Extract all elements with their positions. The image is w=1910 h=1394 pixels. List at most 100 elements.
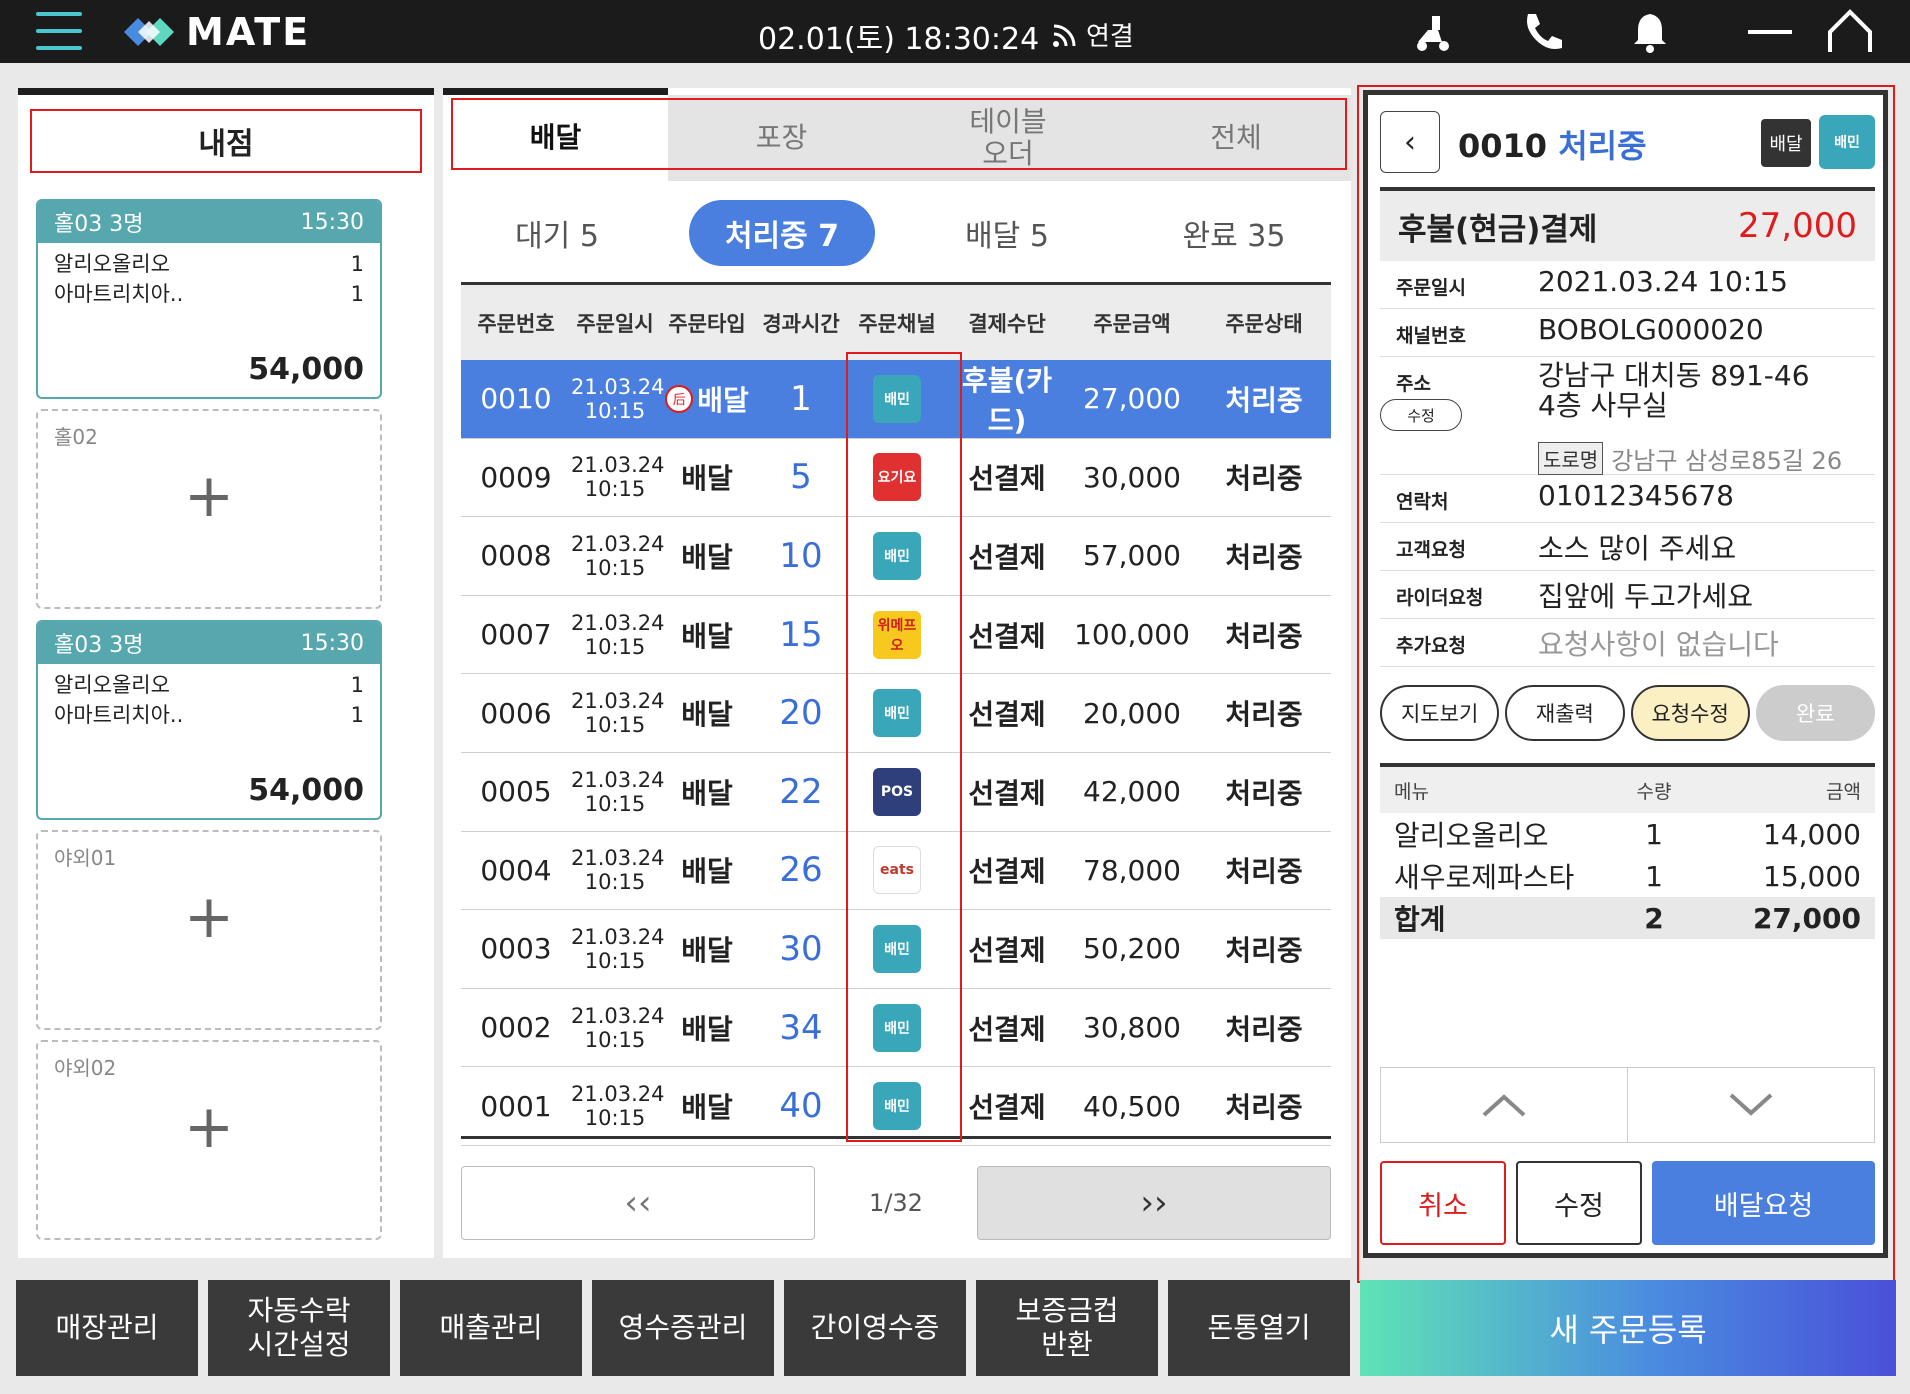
payment-amount: 27,000 [1738,206,1857,246]
item-qty: 1 [350,673,364,697]
simple-receipt-button[interactable]: 간이영수증 [784,1280,966,1376]
rider-icon[interactable] [1408,8,1456,56]
edit-request-button[interactable]: 요청수정 [1630,685,1750,741]
elapsed-time: 1 [790,378,812,419]
item-name: 아마트리치아.. [54,703,184,727]
deposit-cup-return-button[interactable]: 보증금컵 반환 [976,1280,1158,1376]
table-card-header: 홀03 3명 15:30 [38,201,380,243]
home-icon[interactable] [1826,8,1874,56]
table-name: 홀02 [54,425,98,449]
table-name: 홀03 3명 [54,633,144,658]
order-status: 처리중 [1225,619,1303,653]
chevron-down-icon [1729,1093,1773,1116]
bell-icon[interactable] [1626,8,1674,56]
order-status: 처리중 [1225,698,1303,732]
info-value: 01012345678 [1538,479,1734,512]
info-key: 주문일시 [1396,277,1466,299]
address-line1: 강남구 대치동 891-46 [1538,359,1810,392]
item-qty: 1 [350,703,364,727]
request-delivery-button[interactable]: 배달요청 [1652,1161,1875,1245]
payment-method: 선결제 [968,1012,1046,1046]
order-time: 10:15 [584,634,646,659]
tab-dine-in[interactable]: 내점 [30,109,422,173]
status-complete[interactable]: 완료 35 [1139,200,1329,266]
menu-header: 메뉴 수량 금액 [1380,767,1875,813]
order-status: 처리중 [1225,776,1303,810]
add-order-icon[interactable]: + [38,887,380,947]
menu-amount: 15,000 [1763,859,1861,893]
new-order-button[interactable]: 새 주문등록 [1360,1280,1896,1376]
table-card[interactable]: 홀03 3명 15:30 알리오올리오 1 아마트리치아.. 1 54,000 [36,620,382,820]
total-amount: 27,000 [1752,901,1861,935]
map-view-button[interactable]: 지도보기 [1380,685,1500,741]
status-processing[interactable]: 처리중 7 [689,200,875,266]
order-amount: 40,500 [1083,1089,1181,1123]
baemin-channel-icon: 배민 [1819,115,1875,169]
order-type-label: 배달 [681,540,733,574]
order-time: 10:15 [584,1027,646,1052]
order-type-label: 배달 [681,1012,733,1046]
edit-address-button[interactable]: 수정 [1380,399,1462,431]
status-delivering[interactable]: 배달 5 [917,200,1097,266]
phone-icon[interactable] [1518,8,1566,56]
col-header: 주문상태 [1225,311,1303,336]
info-row: 채널번호 BOBOLG000020 [1380,309,1875,357]
receipt-management-button[interactable]: 영수증관리 [592,1280,774,1376]
order-time: 10:15 [584,398,646,423]
road-address-value: 강남구 삼성로85길 26 [1611,447,1843,475]
scroll-up-button[interactable] [1381,1068,1628,1142]
add-order-icon[interactable]: + [38,1097,380,1157]
menu-qty: 1 [1645,859,1663,893]
order-type: 배달 [659,693,755,733]
order-type: 배달 [659,536,755,576]
order-datetime: 21.03.24 10:15 [571,689,665,737]
store-management-button[interactable]: 매장관리 [16,1280,198,1376]
table-card-empty[interactable]: 야외01 + [36,830,382,1030]
datetime: 02.01(토) 18:30:24 [758,22,1040,57]
order-amount: 42,000 [1083,775,1181,809]
auto-accept-time-button[interactable]: 자동수락 시간설정 [208,1280,390,1376]
order-datetime: 21.03.24 10:15 [571,610,665,659]
order-type-label: 배달 [681,855,733,889]
connection-label: 연결 [1086,22,1134,52]
item-qty: 1 [350,282,364,306]
payment-method: 선결제 [968,933,1046,967]
payment-method: 선결제 [968,462,1046,496]
back-button[interactable]: ‹ [1380,111,1440,173]
item-name: 아마트리치아.. [54,282,184,306]
next-page-button[interactable]: ›› [977,1166,1331,1240]
order-date: 21.03.24 [571,374,665,399]
edit-button[interactable]: 수정 [1516,1161,1642,1245]
brand-name: MATE [186,10,311,54]
payment-method: 선결제 [968,855,1046,889]
order-amount: 30,000 [1083,460,1181,494]
status-waiting[interactable]: 대기 5 [467,200,647,266]
order-amount: 30,800 [1083,1011,1181,1045]
order-number: 0009 [480,460,552,494]
order-number: 0007 [480,618,552,652]
order-date: 21.03.24 [571,610,665,635]
col-header: 수량 [1636,780,1672,803]
scroll-down-button[interactable] [1628,1068,1874,1142]
complete-button[interactable]: 완료 [1755,685,1875,741]
address-row: 주소 수정 강남구 대치동 891-46 4층 사무실 도로명 강남구 삼성로8… [1380,357,1875,475]
prev-page-button[interactable]: ‹‹ [461,1166,815,1240]
table-card-empty[interactable]: 야외02 + [36,1040,382,1240]
reprint-button[interactable]: 재출력 [1505,685,1625,741]
col-header: 주문금액 [1093,311,1171,336]
order-amount: 100,000 [1074,618,1190,652]
address-line2: 4층 사무실 [1538,389,1668,422]
sales-management-button[interactable]: 매출관리 [400,1280,582,1376]
minimize-icon[interactable] [1746,8,1794,56]
menu-icon[interactable] [36,12,82,52]
order-type-label: 배달 [681,619,733,653]
table-card[interactable]: 홀03 3명 15:30 알리오올리오 1 아마트리치아.. 1 54,000 [36,199,382,399]
open-cash-drawer-button[interactable]: 돈통열기 [1168,1280,1350,1376]
total-label: 합계 [1394,903,1446,936]
pagination: ‹‹ 1/32 ›› [461,1166,1331,1240]
add-order-icon[interactable]: + [38,466,380,526]
cancel-button[interactable]: 취소 [1380,1161,1506,1245]
table-card-empty[interactable]: 홀02 + [36,409,382,609]
payment-method: 선결제 [968,1091,1046,1125]
order-status: 처리중 [1225,383,1303,417]
